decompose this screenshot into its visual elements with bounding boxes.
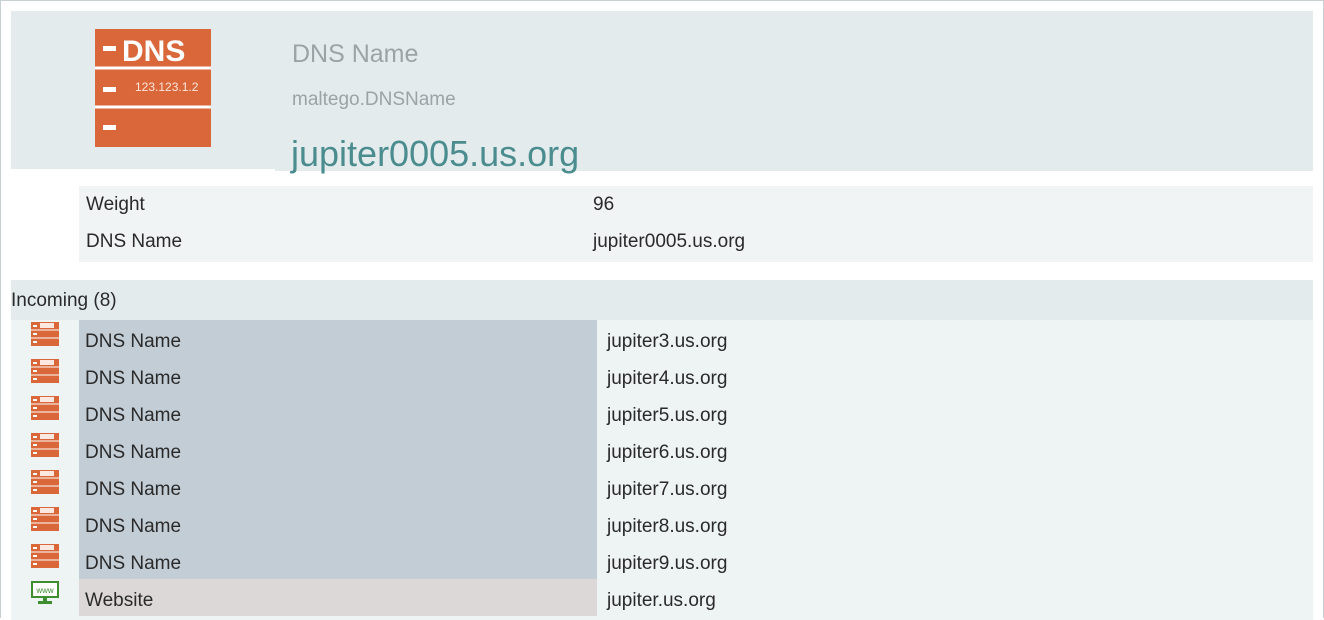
incoming-type-cell: DNS Name [79, 394, 597, 431]
website-monitor-icon: www [31, 581, 59, 604]
incoming-title: Incoming (8) [11, 290, 117, 311]
incoming-list: DNS Name jupiter3.us.org DNS Name jupite… [11, 320, 1313, 620]
incoming-row[interactable]: DNS Name jupiter7.us.org [11, 468, 1313, 505]
incoming-type-cell: DNS Name [79, 468, 597, 505]
incoming-value[interactable]: jupiter6.us.org [607, 442, 727, 464]
dns-server-icon [31, 359, 59, 383]
incoming-row[interactable]: DNS Name jupiter6.us.org [11, 431, 1313, 468]
dns-server-icon [31, 470, 59, 494]
dns-server-icon [31, 322, 59, 346]
property-row-weight: Weight 96 [79, 186, 1313, 223]
incoming-row[interactable]: DNS Name jupiter4.us.org [11, 357, 1313, 394]
dns-server-icon: DNS 123.123.1.2 [95, 29, 211, 147]
incoming-value[interactable]: jupiter9.us.org [607, 553, 727, 575]
dns-server-icon [31, 396, 59, 420]
incoming-type: DNS Name [85, 405, 182, 426]
incoming-value[interactable]: jupiter3.us.org [607, 331, 727, 353]
incoming-type-cell: DNS Name [79, 357, 597, 394]
property-row-dns-name: DNS Name jupiter0005.us.org [79, 223, 1313, 260]
header-divider [11, 169, 275, 173]
entity-type-id: maltego.DNSName [292, 89, 456, 110]
dns-server-icon [31, 507, 59, 531]
dns-server-icon [31, 433, 59, 457]
entity-type-name: DNS Name [292, 40, 419, 68]
property-value: jupiter0005.us.org [593, 231, 746, 252]
incoming-type: DNS Name [85, 442, 182, 463]
incoming-type-cell: DNS Name [79, 431, 597, 468]
incoming-value[interactable]: jupiter.us.org [607, 590, 716, 612]
entity-header: DNS 123.123.1.2 DNS Name maltego.DNSName… [11, 11, 1313, 174]
incoming-row[interactable]: DNS Name jupiter3.us.org [11, 320, 1313, 357]
incoming-row[interactable]: DNS Name jupiter5.us.org [11, 394, 1313, 431]
incoming-type-cell: DNS Name [79, 542, 597, 579]
incoming-section-header[interactable]: Incoming (8) [11, 280, 1313, 320]
incoming-value[interactable]: jupiter5.us.org [607, 405, 727, 427]
incoming-type-cell: DNS Name [79, 505, 597, 542]
property-value: 96 [593, 194, 615, 215]
incoming-type: DNS Name [85, 479, 182, 500]
incoming-type-cell: DNS Name [79, 320, 597, 357]
incoming-type-cell: Website [79, 579, 597, 616]
incoming-value[interactable]: jupiter8.us.org [607, 516, 727, 538]
icon-www-label: www [35, 586, 54, 595]
incoming-value[interactable]: jupiter4.us.org [607, 368, 727, 390]
property-key: DNS Name [86, 231, 183, 252]
incoming-value[interactable]: jupiter7.us.org [607, 479, 727, 501]
incoming-type: DNS Name [85, 368, 182, 389]
entity-value[interactable]: jupiter0005.us.org [291, 133, 579, 175]
entity-detail-panel: DNS 123.123.1.2 DNS Name maltego.DNSName… [0, 0, 1324, 620]
dns-server-icon [31, 544, 59, 568]
incoming-type: DNS Name [85, 331, 182, 352]
incoming-row[interactable]: DNS Name jupiter9.us.org [11, 542, 1313, 579]
icon-ip-label: 123.123.1.2 [135, 80, 199, 94]
incoming-type: DNS Name [85, 516, 182, 537]
icon-dns-label: DNS [122, 35, 185, 68]
incoming-row[interactable]: DNS Name jupiter8.us.org [11, 505, 1313, 542]
incoming-type: Website [85, 590, 154, 611]
incoming-type: DNS Name [85, 553, 182, 574]
property-key: Weight [86, 194, 145, 215]
incoming-row[interactable]: www Website jupiter.us.org [11, 579, 1313, 616]
properties-table: Weight 96 DNS Name jupiter0005.us.org [79, 186, 1313, 262]
